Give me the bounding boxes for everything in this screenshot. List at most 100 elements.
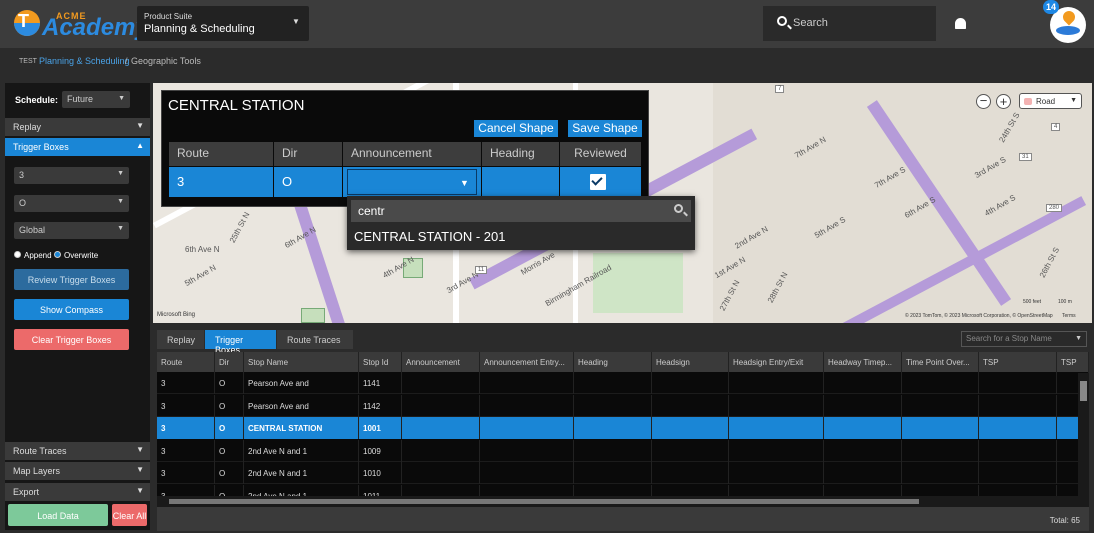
section-route-traces[interactable]: Route Traces ▼	[5, 442, 150, 460]
grid-cell-dir: O	[215, 462, 244, 484]
road-shield: 7	[775, 85, 785, 93]
review-trigger-boxes-button[interactable]: Review Trigger Boxes	[14, 269, 129, 290]
section-trigger-boxes[interactable]: Trigger Boxes ▲	[5, 138, 150, 156]
product-suite-select[interactable]: Product Suite Planning & Scheduling ▼	[137, 6, 309, 41]
tab-route-traces[interactable]: Route Traces	[277, 330, 353, 349]
scrollbar-thumb[interactable]	[169, 499, 919, 504]
bell-icon[interactable]	[955, 18, 966, 29]
grid-header-route[interactable]: Route	[157, 352, 215, 372]
schedule-select[interactable]: Future ▼	[62, 91, 130, 108]
map-scale: 500 feet	[1023, 299, 1042, 305]
save-shape-button[interactable]: Save Shape	[568, 120, 642, 137]
map-park	[593, 253, 683, 313]
grid-header-headsign[interactable]: Headsign	[652, 352, 729, 372]
grid-cell-route: 3	[157, 417, 215, 439]
chevron-down-icon: ▼	[117, 225, 124, 232]
zoom-in-button[interactable]: +	[996, 94, 1011, 109]
grid-cell-empty	[480, 439, 574, 462]
announcement-dropdown[interactable]: ▼	[347, 169, 477, 195]
route-swoosh-icon	[1056, 26, 1080, 35]
grid-header-stop-id[interactable]: Stop Id	[359, 352, 402, 372]
grid-vertical-scrollbar[interactable]	[1078, 373, 1089, 496]
section-replay[interactable]: Replay ▼	[5, 118, 150, 136]
reviewed-checkbox[interactable]	[590, 174, 606, 190]
grid-header-stop-name[interactable]: Stop Name	[244, 352, 359, 372]
grid-cell-empty	[574, 439, 652, 462]
grid-cell-dir: O	[215, 394, 244, 417]
grid-horizontal-scrollbar[interactable]	[157, 496, 1089, 507]
breadcrumb-prefix: TEST	[19, 58, 37, 65]
map-label: 6th Ave N	[185, 245, 220, 254]
grid-cell-empty	[902, 484, 979, 496]
grid-cell-stop-id: 1142	[359, 394, 402, 417]
global-search[interactable]: Search	[763, 6, 936, 41]
clear-trigger-boxes-button[interactable]: Clear Trigger Boxes	[14, 329, 129, 350]
grid-cell-stop-name: Pearson Ave and	[244, 394, 359, 417]
map-layer-select[interactable]: Road ▼	[1019, 93, 1082, 109]
breadcrumb-separator: /	[125, 56, 128, 66]
grid-cell-empty	[824, 372, 902, 394]
scrollbar-thumb[interactable]	[1080, 381, 1087, 401]
chevron-down-icon: ▼	[136, 445, 144, 454]
breadcrumb: TEST Planning & Scheduling / Geographic …	[0, 50, 1094, 74]
stop-name-search[interactable]: Search for a Stop Name ▼	[961, 331, 1087, 347]
grid-cell-empty	[824, 462, 902, 484]
grid-header-dir[interactable]: Dir	[215, 352, 244, 372]
route-select[interactable]: 3 ▼	[14, 167, 129, 184]
dialog-cell-heading[interactable]	[482, 167, 559, 197]
overwrite-radio[interactable]	[54, 251, 61, 258]
grid-cell-dir: O	[215, 417, 244, 439]
grid-cell-route: 3	[157, 439, 215, 462]
chevron-down-icon: ▼	[292, 17, 300, 26]
grid-cell-empty	[574, 394, 652, 417]
section-label: Trigger Boxes	[13, 142, 69, 152]
grid-header-headsign-entry-exit[interactable]: Headsign Entry/Exit	[729, 352, 824, 372]
section-label: Route Traces	[13, 446, 67, 456]
search-icon	[777, 16, 787, 26]
road-shield: 280	[1046, 204, 1063, 212]
announcement-option[interactable]: CENTRAL STATION - 201	[354, 229, 505, 244]
grid-cell-stop-name: 2nd Ave N and 1	[244, 439, 359, 462]
grid-header-heading[interactable]: Heading	[574, 352, 652, 372]
section-map-layers[interactable]: Map Layers ▼	[5, 462, 150, 480]
show-compass-button[interactable]: Show Compass	[14, 299, 129, 320]
grid-footer: Total: 65	[157, 507, 1089, 531]
scope-select[interactable]: Global ▼	[14, 222, 129, 239]
grid-header-tsp-2[interactable]: TSP	[1057, 352, 1089, 372]
schedule-label: Schedule:	[15, 95, 59, 105]
grid-header-announcement[interactable]: Announcement	[402, 352, 480, 372]
grid-header-headway-timepoint[interactable]: Headway Timep...	[824, 352, 902, 372]
direction-select-value: O	[19, 198, 27, 208]
dialog-title: CENTRAL STATION	[168, 97, 305, 114]
section-export[interactable]: Export ▼	[5, 483, 150, 501]
grid-header-time-point-override[interactable]: Time Point Over...	[902, 352, 979, 372]
grid-cell-stop-id: 1010	[359, 462, 402, 484]
grid-cell-stop-id: 1011	[359, 484, 402, 496]
append-radio[interactable]	[14, 251, 21, 258]
dialog-header-route: Route	[169, 142, 273, 166]
load-data-button[interactable]: Load Data	[8, 504, 108, 526]
route-select-value: 3	[19, 170, 25, 180]
grid-cell-stop-name: CENTRAL STATION	[244, 417, 359, 439]
grid-header-tsp[interactable]: TSP	[979, 352, 1057, 372]
map-terms-link[interactable]: Terms	[1062, 313, 1076, 319]
grid-cell-empty	[902, 417, 979, 439]
tab-replay[interactable]: Replay	[157, 330, 204, 349]
grid-cell-empty	[902, 394, 979, 417]
clear-all-button[interactable]: Clear All	[112, 504, 147, 526]
announcement-search-input[interactable]: centr	[351, 200, 691, 222]
schedule-value: Future	[67, 94, 94, 104]
grid-cell-empty	[979, 372, 1057, 394]
grid-header-announcement-entry[interactable]: Announcement Entry...	[480, 352, 574, 372]
cancel-shape-button[interactable]: Cancel Shape	[474, 120, 558, 137]
tab-trigger-boxes[interactable]: Trigger Boxes	[205, 330, 276, 355]
direction-select[interactable]: O ▼	[14, 195, 129, 212]
chevron-down-icon: ▼	[136, 465, 144, 474]
zoom-out-button[interactable]: −	[976, 94, 991, 109]
breadcrumb-link[interactable]: Planning & Scheduling	[39, 56, 130, 66]
grid-cell-dir: O	[215, 439, 244, 462]
grid-cell-empty	[979, 417, 1057, 439]
grid-cell-dir: O	[215, 372, 244, 394]
logo-acme: ACME	[56, 11, 87, 21]
section-label: Export	[13, 487, 40, 497]
